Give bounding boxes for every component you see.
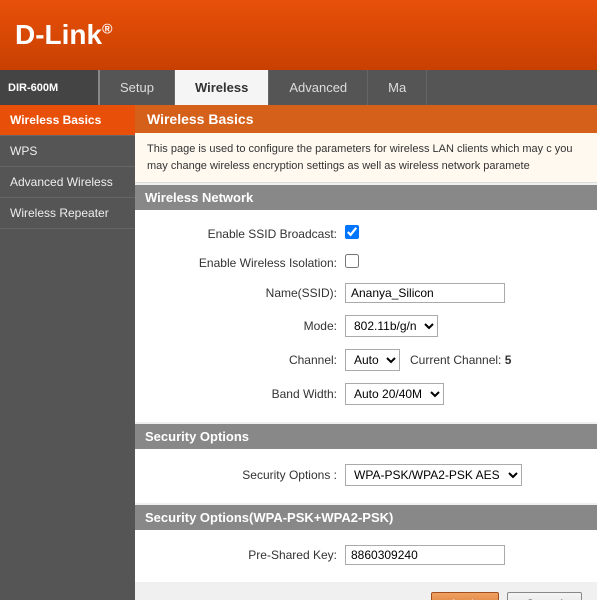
tab-advanced[interactable]: Advanced <box>269 70 368 105</box>
wireless-isolation-value <box>345 254 587 271</box>
security-options-label: Security Options : <box>145 468 345 482</box>
ssid-broadcast-label: Enable SSID Broadcast: <box>145 227 345 241</box>
bandwidth-value: Auto 20/40M 20M 40M <box>345 383 587 405</box>
sidebar-item-wireless-basics[interactable]: Wireless Basics <box>0 105 135 136</box>
security-options-header: Security Options <box>135 424 597 449</box>
psk-section-header: Security Options(WPA-PSK+WPA2-PSK) <box>135 505 597 530</box>
ssid-broadcast-row: Enable SSID Broadcast: <box>135 220 597 247</box>
page-title: Wireless Basics <box>135 105 597 133</box>
mode-row: Mode: 802.11b/g/n 802.11b 802.11g 802.11… <box>135 310 597 342</box>
ssid-broadcast-checkbox[interactable] <box>345 225 359 239</box>
main-layout: Wireless Basics WPS Advanced Wireless Wi… <box>0 105 597 600</box>
mode-label: Mode: <box>145 319 345 333</box>
psk-row: Pre-Shared Key: <box>135 540 597 570</box>
sidebar: Wireless Basics WPS Advanced Wireless Wi… <box>0 105 135 600</box>
sidebar-item-wps[interactable]: WPS <box>0 136 135 167</box>
current-channel-value: 5 <box>505 353 512 367</box>
security-options-row: Security Options : WPA-PSK/WPA2-PSK AES … <box>135 459 597 491</box>
ssid-name-row: Name(SSID): <box>135 278 597 308</box>
channel-select[interactable]: Auto 1 2 3 4 5 6 <box>345 349 400 371</box>
psk-input[interactable] <box>345 545 505 565</box>
ssid-name-input[interactable] <box>345 283 505 303</box>
current-channel-label: Current Channel: 5 <box>410 353 511 367</box>
sidebar-item-advanced-wireless[interactable]: Advanced Wireless <box>0 167 135 198</box>
button-row: Apply Cancel <box>135 584 597 600</box>
page-description: This page is used to configure the param… <box>135 133 597 183</box>
mode-select[interactable]: 802.11b/g/n 802.11b 802.11g 802.11n <box>345 315 438 337</box>
psk-label: Pre-Shared Key: <box>145 548 345 562</box>
device-label: DIR-600M <box>0 70 100 105</box>
channel-label: Channel: <box>145 353 345 367</box>
security-options-value: WPA-PSK/WPA2-PSK AES None WEP WPA-PSK WP… <box>345 464 587 486</box>
tab-setup[interactable]: Setup <box>100 70 175 105</box>
cancel-button[interactable]: Cancel <box>507 592 582 600</box>
content-area: Wireless Basics This page is used to con… <box>135 105 597 600</box>
ssid-name-label: Name(SSID): <box>145 286 345 300</box>
logo-text: D-Link <box>15 19 102 50</box>
wireless-isolation-row: Enable Wireless Isolation: <box>135 249 597 276</box>
ssid-broadcast-value <box>345 225 587 242</box>
nav-tabs: DIR-600M Setup Wireless Advanced Ma <box>0 70 597 105</box>
channel-row: Channel: Auto 1 2 3 4 5 6 Current Channe… <box>135 344 597 376</box>
ssid-name-value <box>345 283 587 303</box>
tab-wireless[interactable]: Wireless <box>175 70 269 105</box>
bandwidth-row: Band Width: Auto 20/40M 20M 40M <box>135 378 597 410</box>
security-options-form: Security Options : WPA-PSK/WPA2-PSK AES … <box>135 449 597 503</box>
psk-value <box>345 545 587 565</box>
wireless-network-form: Enable SSID Broadcast: Enable Wireless I… <box>135 210 597 422</box>
logo-reg: ® <box>102 21 112 37</box>
wireless-network-header: Wireless Network <box>135 185 597 210</box>
security-options-select[interactable]: WPA-PSK/WPA2-PSK AES None WEP WPA-PSK WP… <box>345 464 522 486</box>
psk-form: Pre-Shared Key: <box>135 530 597 582</box>
tab-ma[interactable]: Ma <box>368 70 427 105</box>
sidebar-item-wireless-repeater[interactable]: Wireless Repeater <box>0 198 135 229</box>
wireless-isolation-checkbox[interactable] <box>345 254 359 268</box>
apply-button[interactable]: Apply <box>431 592 499 600</box>
bandwidth-label: Band Width: <box>145 387 345 401</box>
mode-value: 802.11b/g/n 802.11b 802.11g 802.11n <box>345 315 587 337</box>
wireless-isolation-label: Enable Wireless Isolation: <box>145 256 345 270</box>
header: D-Link® <box>0 0 597 70</box>
logo: D-Link® <box>15 19 112 51</box>
channel-value: Auto 1 2 3 4 5 6 Current Channel: 5 <box>345 349 587 371</box>
bandwidth-select[interactable]: Auto 20/40M 20M 40M <box>345 383 444 405</box>
